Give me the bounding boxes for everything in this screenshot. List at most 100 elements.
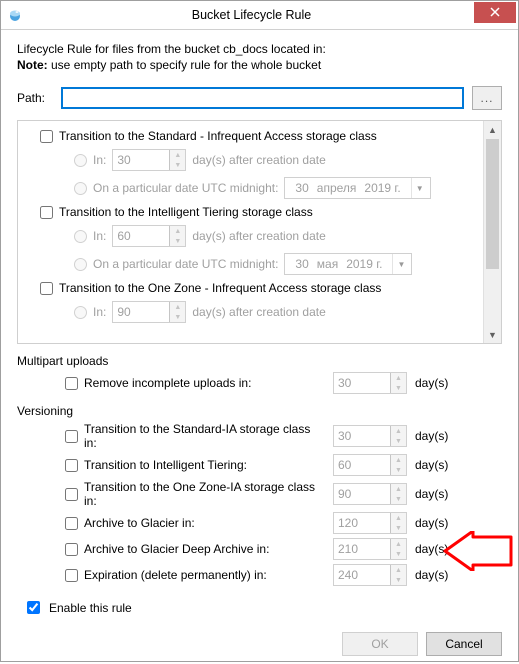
versioning-checkbox-1[interactable] [65,459,78,472]
transition-standard-ia-checkbox[interactable] [40,130,53,143]
path-input[interactable] [61,87,464,109]
after-label: day(s) after creation date [192,305,325,319]
transition-oz-in-value[interactable] [113,303,169,321]
versioning-row: Transition to the One Zone-IA storage cl… [65,480,502,508]
versioning-value[interactable] [334,514,390,532]
versioning-checkbox-2[interactable] [65,488,78,501]
transition-intelligent-tiering-checkbox[interactable] [40,206,53,219]
spin-buttons[interactable]: ▲▼ [390,539,406,559]
multipart-remove-label: Remove incomplete uploads in: [84,376,251,390]
spin-buttons[interactable]: ▲▼ [390,373,406,393]
transition-standard-ia-in-value[interactable] [113,151,169,169]
versioning-value[interactable] [334,540,390,558]
spin-buttons[interactable]: ▲▼ [169,150,185,170]
transition-standard-ia-date-row: On a particular date UTC midnight: 30 ап… [74,177,497,199]
spin-buttons[interactable]: ▲▼ [390,426,406,446]
versioning-row: Transition to the Standard-IA storage cl… [65,422,502,450]
versioning-spin-1[interactable]: ▲▼ [333,454,407,476]
titlebar: Bucket Lifecycle Rule [1,1,518,30]
versioning-value[interactable] [334,456,390,474]
transition-standard-ia-in-row: In: ▲▼ day(s) after creation date [74,149,497,171]
cancel-button[interactable]: Cancel [426,632,502,656]
transition-it-date-row: On a particular date UTC midnight: 30 ма… [74,253,497,275]
unit-label: day(s) [415,568,448,582]
unit-label: day(s) [415,458,448,472]
transition-standard-ia: Transition to the Standard - Infrequent … [40,129,497,143]
transition-it-date-picker[interactable]: 30 мая 2019 г. ▼ [284,253,412,275]
transition-it-in-row: In: ▲▼ day(s) after creation date [74,225,497,247]
versioning-spin-0[interactable]: ▲▼ [333,425,407,447]
button-bar: OK Cancel [1,627,518,664]
transition-standard-ia-date-radio[interactable] [74,182,87,195]
versioning-spin-3[interactable]: ▲▼ [333,512,407,534]
spin-buttons[interactable]: ▲▼ [390,455,406,475]
enable-rule-label: Enable this rule [49,601,132,615]
versioning-checkbox-3[interactable] [65,517,78,530]
scroll-down-arrow-icon[interactable]: ▼ [484,326,501,343]
versioning-value[interactable] [334,566,390,584]
transition-oz-in-radio[interactable] [74,306,87,319]
versioning-spin-2[interactable]: ▲▼ [333,483,407,505]
transition-standard-ia-in-radio[interactable] [74,154,87,167]
date-day: 30 [291,181,312,195]
spin-buttons[interactable]: ▲▼ [390,484,406,504]
enable-rule-checkbox[interactable] [27,601,40,614]
ok-button[interactable]: OK [342,632,418,656]
spin-buttons[interactable]: ▲▼ [390,513,406,533]
spin-buttons[interactable]: ▲▼ [169,302,185,322]
scroll-thumb[interactable] [486,139,499,269]
versioning-value[interactable] [334,427,390,445]
note-body: use empty path to specify rule for the w… [48,58,321,72]
scroll-up-arrow-icon[interactable]: ▲ [484,121,501,138]
unit-label: day(s) [415,429,448,443]
transition-standard-ia-date-picker[interactable]: 30 апреля 2019 г. ▼ [284,177,430,199]
unit-label: day(s) [415,542,448,556]
date-label: On a particular date UTC midnight: [93,181,278,195]
transition-intelligent-tiering: Transition to the Intelligent Tiering st… [40,205,497,219]
date-day: 30 [291,257,312,271]
after-label: day(s) after creation date [192,229,325,243]
scrollbar[interactable]: ▲ ▼ [483,121,501,343]
versioning-label: Archive to Glacier Deep Archive in: [84,542,269,556]
transition-oz-in-spin[interactable]: ▲▼ [112,301,186,323]
versioning-title: Versioning [17,404,502,418]
multipart-remove-checkbox[interactable] [65,377,78,390]
spin-buttons[interactable]: ▲▼ [390,565,406,585]
transition-one-zone-ia: Transition to the One Zone - Infrequent … [40,281,497,295]
transition-it-date-radio[interactable] [74,258,87,271]
transition-one-zone-ia-label: Transition to the One Zone - Infrequent … [59,281,381,295]
versioning-checkbox-0[interactable] [65,430,78,443]
chevron-down-icon: ▼ [392,254,409,274]
transition-it-in-radio[interactable] [74,230,87,243]
unit-label: day(s) [415,376,448,390]
transition-standard-ia-in-spin[interactable]: ▲▼ [112,149,186,171]
transition-it-in-spin[interactable]: ▲▼ [112,225,186,247]
multipart-remove-spin[interactable]: ▲▼ [333,372,407,394]
transition-it-in-value[interactable] [113,227,169,245]
date-month: мая [313,257,342,271]
versioning-label: Transition to the One Zone-IA storage cl… [84,480,325,508]
path-label: Path: [17,91,53,105]
versioning-value[interactable] [334,485,390,503]
versioning-row: Archive to Glacier in:▲▼day(s) [65,512,502,534]
versioning-checkbox-5[interactable] [65,569,78,582]
versioning-label: Transition to the Standard-IA storage cl… [84,422,325,450]
multipart-remove-value[interactable] [334,374,390,392]
transition-intelligent-tiering-label: Transition to the Intelligent Tiering st… [59,205,313,219]
versioning-spin-4[interactable]: ▲▼ [333,538,407,560]
in-label: In: [93,229,106,243]
transition-standard-ia-label: Transition to the Standard - Infrequent … [59,129,377,143]
multipart-title: Multipart uploads [17,354,502,368]
versioning-checkbox-4[interactable] [65,543,78,556]
versioning-row: Expiration (delete permanently) in:▲▼day… [65,564,502,586]
transition-one-zone-ia-checkbox[interactable] [40,282,53,295]
note-text: Note: use empty path to specify rule for… [17,58,502,72]
in-label: In: [93,305,106,319]
spin-buttons[interactable]: ▲▼ [169,226,185,246]
close-button[interactable] [474,2,516,23]
versioning-spin-5[interactable]: ▲▼ [333,564,407,586]
app-icon [1,7,29,23]
date-year: 2019 г. [360,181,404,195]
browse-button[interactable]: ... [472,86,502,110]
enable-rule-row: Enable this rule [23,598,502,617]
